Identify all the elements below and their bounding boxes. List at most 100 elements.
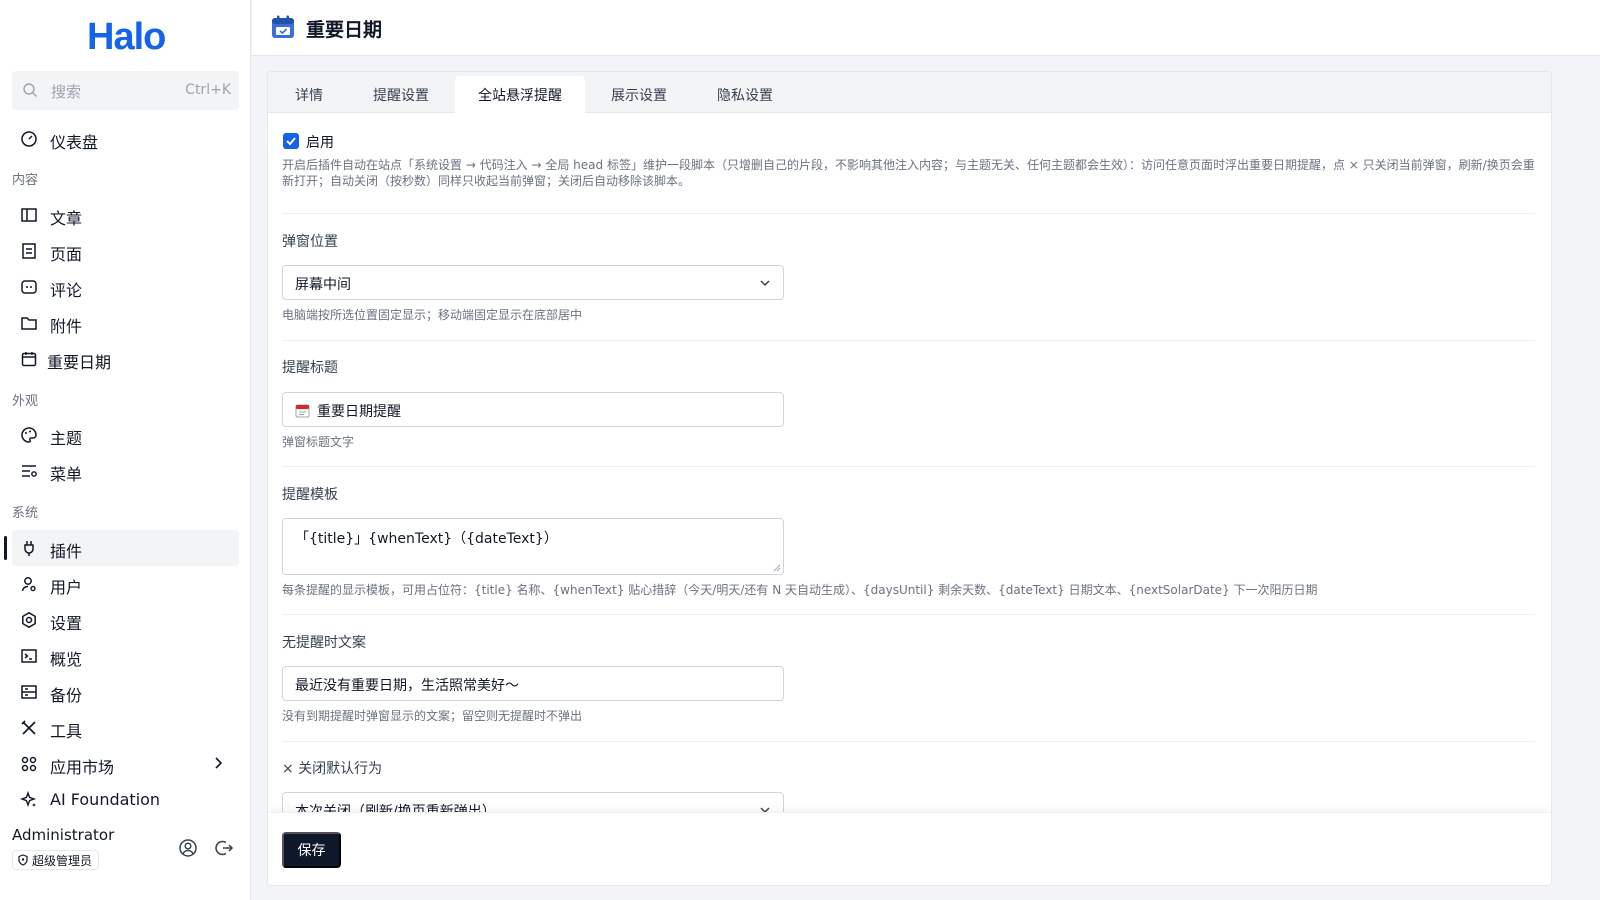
logout-icon[interactable] <box>214 838 234 858</box>
sidebar-item-comments[interactable]: 评论 <box>12 269 239 305</box>
calendar-icon <box>272 15 294 38</box>
divider <box>282 213 1535 214</box>
tab-bar: 详情 提醒设置 全站悬浮提醒 展示设置 隐私设置 <box>268 72 1551 113</box>
template-label: 提醒模板 <box>282 487 338 503</box>
sidebar-item-settings[interactable]: 设置 <box>12 602 239 638</box>
settings-icon <box>22 611 36 629</box>
sidebar-item-label: 评论 <box>50 281 83 300</box>
search-box[interactable]: 搜索 Ctrl+K <box>12 71 239 110</box>
calendar-emoji-icon <box>295 404 310 418</box>
template-textarea[interactable]: 「{title}」{whenText}（{dateText}） <box>282 518 784 575</box>
tools-icon <box>21 720 36 735</box>
sidebar-item-label: 仪表盘 <box>50 133 99 152</box>
chevron-right-icon <box>215 757 223 769</box>
sidebar-item-label: 插件 <box>50 542 83 561</box>
enable-checkbox[interactable] <box>283 133 299 149</box>
tab-privacy-settings[interactable]: 隐私设置 <box>705 76 785 113</box>
sidebar-item-label: 页面 <box>50 245 83 264</box>
tab-details[interactable]: 详情 <box>282 76 336 113</box>
title-value: 重要日期提醒 <box>317 404 401 420</box>
sidebar-item-label: 设置 <box>50 614 83 633</box>
tab-reminder-settings[interactable]: 提醒设置 <box>361 76 441 113</box>
sidebar-item-label: 菜单 <box>50 465 83 484</box>
sidebar-item-plugins[interactable]: 插件 <box>4 530 239 566</box>
profile-icon[interactable] <box>178 838 198 858</box>
user-role-badge: 超级管理员 <box>12 850 100 870</box>
search-placeholder: 搜索 <box>51 83 82 101</box>
position-label: 弹窗位置 <box>282 234 338 250</box>
position-select[interactable]: 屏幕中间 <box>282 265 784 300</box>
form-footer: 保存 <box>268 812 1551 885</box>
dashboard-icon <box>21 131 37 147</box>
backup-icon <box>21 685 37 699</box>
title-label: 提醒标题 <box>282 360 338 376</box>
sidebar-item-pages[interactable]: 页面 <box>12 233 239 269</box>
sidebar-item-ai-foundation[interactable]: AI Foundation <box>12 782 239 818</box>
template-help: 每条提醒的显示模板，可用占位符：{title} 名称、{whenText} 贴心… <box>282 583 1318 597</box>
title-help: 弹窗标题文字 <box>282 435 355 449</box>
sidebar-item-important-dates[interactable]: 重要日期 <box>12 341 239 377</box>
sidebar-item-label: 概览 <box>50 650 83 669</box>
chevron-down-icon <box>760 807 770 812</box>
sparkle-icon <box>20 791 37 808</box>
sidebar-item-label: 主题 <box>50 429 83 448</box>
calendar-icon <box>21 352 37 367</box>
user-name: Administrator <box>12 826 115 844</box>
sidebar-item-app-market[interactable]: 应用市场 <box>12 746 239 782</box>
enable-help: 开启后插件自动在站点「系统设置 → 代码注入 → 全局 head 标签」维护一段… <box>282 158 1535 188</box>
divider <box>282 741 1535 742</box>
divider <box>282 340 1535 341</box>
check-icon <box>286 137 296 146</box>
empty-text-help: 没有到期提醒时弹窗显示的文案；留空则无提醒时不弹出 <box>282 709 583 723</box>
sidebar-item-attachments[interactable]: 附件 <box>12 305 239 341</box>
sidebar-item-menus[interactable]: 菜单 <box>12 453 239 489</box>
resize-grip-icon[interactable] <box>773 564 781 572</box>
sidebar-item-themes[interactable]: 主题 <box>12 417 239 453</box>
sidebar-item-label: 文章 <box>50 209 83 228</box>
empty-text-label: 无提醒时文案 <box>282 635 366 651</box>
sidebar-item-backup[interactable]: 备份 <box>12 674 239 710</box>
folder-icon <box>21 317 37 330</box>
save-button[interactable]: 保存 <box>282 832 341 868</box>
comment-icon <box>21 280 37 294</box>
position-value: 屏幕中间 <box>295 277 351 293</box>
palette-icon <box>21 427 37 443</box>
sidebar-item-label: 工具 <box>50 722 83 741</box>
user-role-label: 超级管理员 <box>32 853 93 868</box>
settings-card: 详情 提醒设置 全站悬浮提醒 展示设置 隐私设置 启用 开启后插件自动在站点「系… <box>267 71 1552 886</box>
page-header: 重要日期 <box>252 0 1600 56</box>
sidebar-item-label: AI Foundation <box>50 790 161 809</box>
sidebar-item-users[interactable]: 用户 <box>12 566 239 602</box>
halo-logo[interactable]: Halo <box>87 16 166 59</box>
sidebar-item-tools[interactable]: 工具 <box>12 710 239 746</box>
sidebar: Halo 搜索 Ctrl+K 仪表盘 内容 文章 页面 评论 附件 重要日期 外… <box>0 0 251 900</box>
page-icon <box>22 243 36 259</box>
template-value: 「{title}」{whenText}（{dateText}） <box>295 531 558 547</box>
position-help: 电脑端按所选位置固定显示；移动端固定显示在底部居中 <box>282 308 583 322</box>
sidebar-item-posts[interactable]: 文章 <box>12 197 239 233</box>
chevron-down-icon <box>760 280 770 287</box>
sidebar-section-appearance: 外观 <box>12 394 39 409</box>
terminal-icon <box>21 649 37 663</box>
close-behavior-label: × 关闭默认行为 <box>282 761 383 777</box>
sidebar-item-label: 应用市场 <box>50 758 115 777</box>
menu-icon <box>22 465 37 477</box>
tab-display-settings[interactable]: 展示设置 <box>599 76 679 113</box>
sidebar-section-system: 系统 <box>12 506 39 521</box>
tab-floating-reminder[interactable]: 全站悬浮提醒 <box>455 76 585 113</box>
search-icon <box>23 83 37 97</box>
close-behavior-select[interactable]: 本次关闭（刷新/换页重新弹出） <box>282 792 784 812</box>
sidebar-item-overview[interactable]: 概览 <box>12 638 239 674</box>
empty-text-input[interactable]: 最近没有重要日期，生活照常美好～ <box>282 666 784 701</box>
user-icon <box>21 577 36 592</box>
page-title: 重要日期 <box>306 19 383 41</box>
search-shortcut: Ctrl+K <box>185 82 231 98</box>
sidebar-item-label: 附件 <box>50 317 83 336</box>
sidebar-item-dashboard[interactable]: 仪表盘 <box>12 121 239 157</box>
sidebar-section-content: 内容 <box>12 173 39 188</box>
sidebar-item-label: 备份 <box>50 686 83 705</box>
divider <box>282 614 1535 615</box>
close-behavior-value: 本次关闭（刷新/换页重新弹出） <box>295 804 496 812</box>
empty-text-value: 最近没有重要日期，生活照常美好～ <box>295 678 519 694</box>
title-input[interactable]: 重要日期提醒 <box>282 392 784 427</box>
